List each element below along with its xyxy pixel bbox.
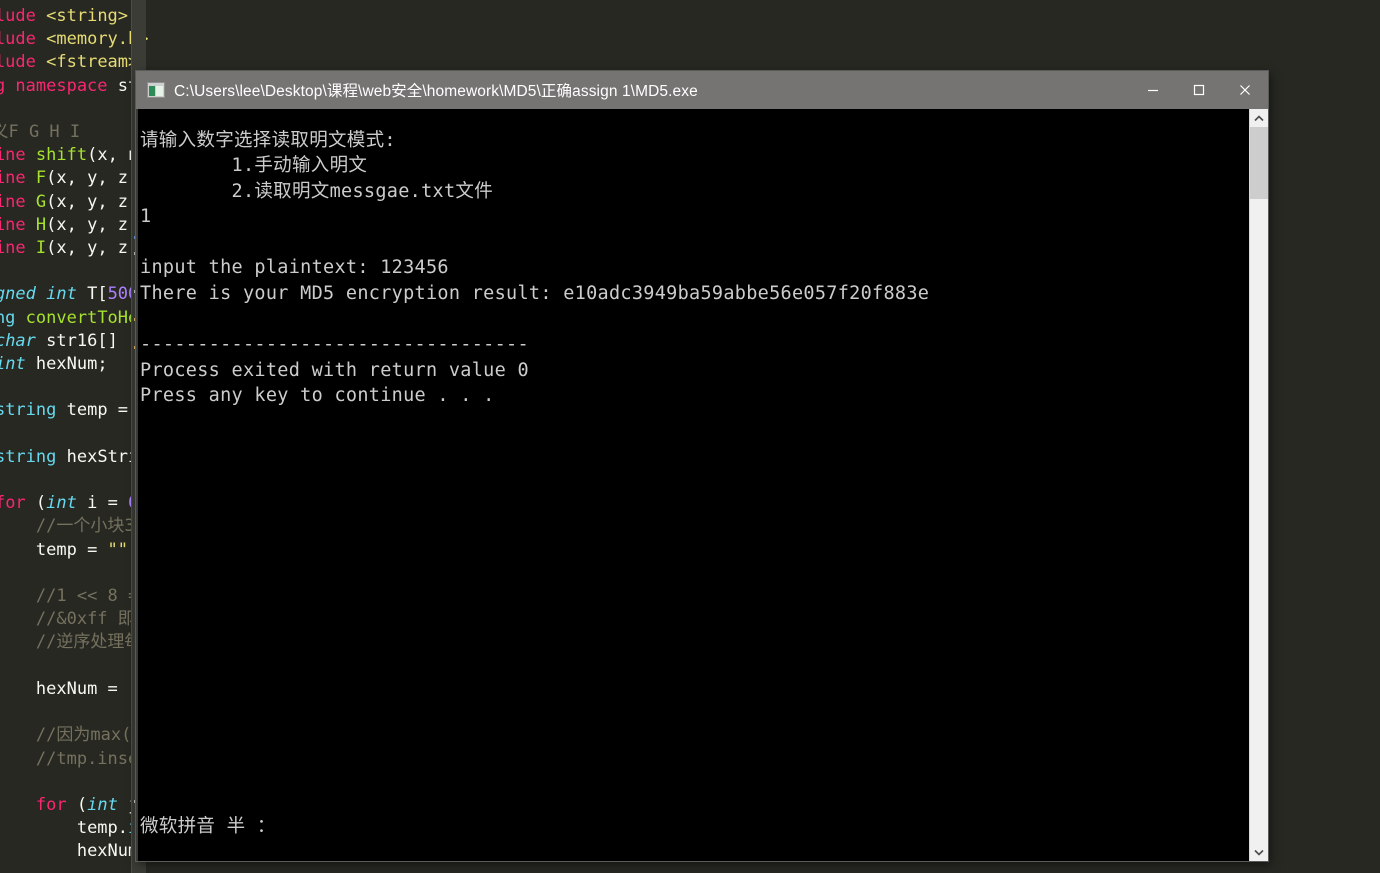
console-output-area[interactable]: 请输入数字选择读取明文模式: 1.手动输入明文 2.读取明文messgae.tx… [136,109,1268,861]
console-window-title: C:\Users\lee\Desktop\课程\web安全\homework\M… [174,83,698,100]
chevron-up-icon[interactable] [1250,109,1268,127]
console-titlebar[interactable]: C:\Users\lee\Desktop\课程\web安全\homework\M… [136,71,1268,109]
console-output-text: 请输入数字选择读取明文模式: 1.手动输入明文 2.读取明文messgae.tx… [140,129,930,407]
console-window-icon [147,82,165,98]
console-left-edge [136,109,138,861]
scrollbar-thumb[interactable] [1250,127,1268,199]
ime-status-text: 微软拼音 半 ： [140,815,276,837]
minimize-button[interactable] [1130,71,1176,109]
close-button[interactable] [1222,71,1268,109]
chevron-down-icon[interactable] [1250,843,1268,861]
console-scrollbar[interactable] [1249,109,1268,861]
maximize-button[interactable] [1176,71,1222,109]
md5-console-window[interactable]: C:\Users\lee\Desktop\课程\web安全\homework\M… [136,71,1268,861]
